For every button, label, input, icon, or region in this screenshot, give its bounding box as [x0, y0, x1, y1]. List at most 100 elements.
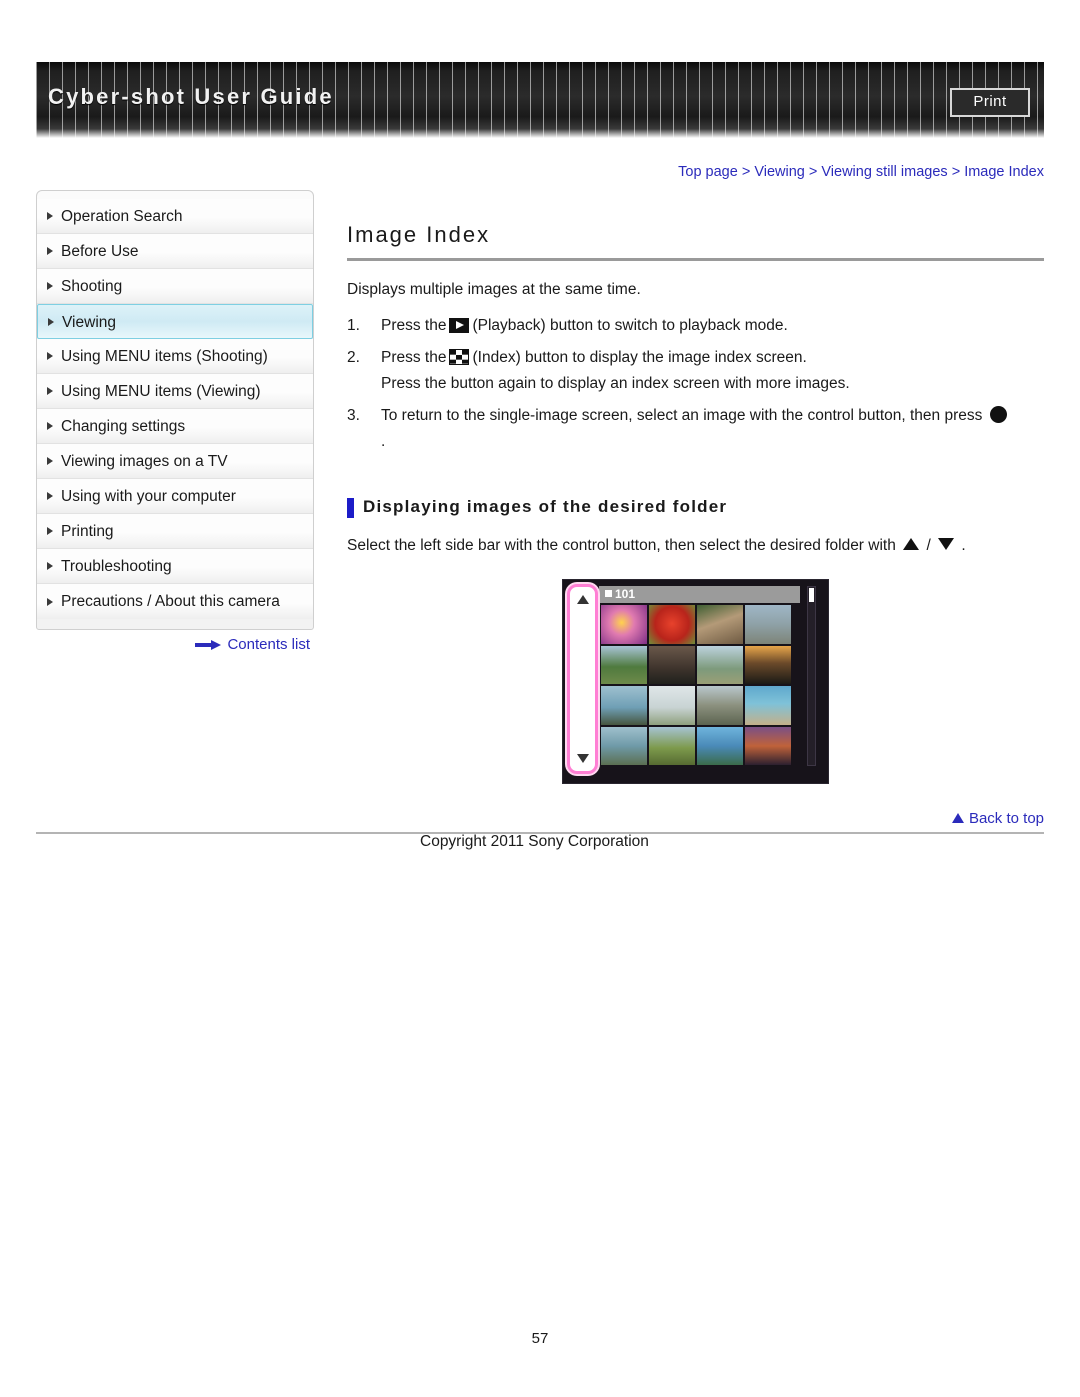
print-button[interactable]: Print [950, 88, 1030, 117]
intro-text: Displays multiple images at the same tim… [347, 281, 641, 298]
page-title: Image Index [347, 222, 491, 247]
illustration-wrapper: 101 [347, 579, 1044, 784]
back-to-top-label: Back to top [968, 810, 1044, 827]
breadcrumb-separator: > [741, 164, 751, 180]
camera-thumbnail[interactable] [745, 726, 791, 765]
step-2: 2. Press the (Index) button to display th… [347, 345, 1044, 397]
step-number: 2. [347, 349, 360, 366]
camera-folder-label: 101 [605, 586, 635, 603]
sidebar-item-operation-search[interactable]: Operation Search [37, 199, 313, 234]
sidebar-item-label: Shooting [61, 278, 123, 295]
title-divider [347, 258, 1044, 261]
subsection-heading: Displaying images of the desired folder [347, 497, 1044, 518]
playback-icon [449, 318, 470, 333]
camera-thumbnail[interactable] [649, 605, 695, 644]
app-title: Cyber-shot User Guide [48, 84, 334, 109]
step-number: 3. [347, 407, 360, 424]
camera-thumbnail[interactable] [697, 605, 743, 644]
breadcrumb-separator: > [951, 164, 961, 180]
copyright-text: Copyright 2011 Sony Corporation [420, 833, 649, 850]
sidebar-item-label: Changing settings [61, 418, 186, 435]
bullet-triangle-icon [47, 527, 53, 535]
camera-thumbnail[interactable] [745, 686, 791, 725]
sidebar-item-label: Precautions / About this camera [61, 593, 280, 610]
sidebar-item-precautions-about-this-camera[interactable]: Precautions / About this camera [37, 584, 313, 619]
heading-accent-bar [347, 498, 354, 518]
bullet-triangle-icon [48, 317, 54, 326]
camera-thumbnail[interactable] [745, 645, 791, 684]
bullet-triangle-icon [47, 247, 53, 255]
camera-thumbnail[interactable] [649, 726, 695, 765]
camera-thumbnail[interactable] [745, 605, 791, 644]
camera-scrollbar[interactable] [807, 586, 816, 766]
sidebar-item-label: Using with your computer [61, 488, 236, 505]
camera-index-screen-illustration: 101 [562, 579, 829, 784]
sidebar-item-label: Troubleshooting [61, 558, 172, 575]
bullet-triangle-icon [47, 352, 53, 360]
breadcrumb-item-viewing-still-images[interactable]: Viewing still images [821, 164, 947, 180]
step-text-before: To return to the single-image screen, se… [381, 407, 983, 424]
sidebar-item-viewing-images-on-a-tv[interactable]: Viewing images on a TV [37, 444, 313, 479]
camera-thumbnail[interactable] [649, 645, 695, 684]
step-text-before: Press the [381, 349, 447, 366]
sidebar-item-label: Printing [61, 523, 114, 540]
breadcrumb-item-top-page[interactable]: Top page [678, 164, 738, 180]
breadcrumb-separator: > [808, 164, 818, 180]
bullet-triangle-icon [47, 597, 53, 606]
camera-thumbnail[interactable] [649, 686, 695, 725]
step-text-before: Press the [381, 317, 447, 334]
sidebar-item-troubleshooting[interactable]: Troubleshooting [37, 549, 313, 584]
sidebar-item-before-use[interactable]: Before Use [37, 234, 313, 269]
step-3: 3. To return to the single-image screen,… [347, 403, 1044, 455]
subsection-heading-label: Displaying images of the desired folder [363, 497, 728, 516]
subsection-text-before: Select the left side bar with the contro… [347, 537, 896, 554]
bullet-triangle-icon [47, 387, 53, 395]
center-button-icon [990, 406, 1008, 423]
down-triangle-icon [576, 754, 589, 763]
camera-folder-number: 101 [615, 587, 636, 601]
sidebar-nav: Operation Search Before Use Shooting Vie… [36, 190, 314, 630]
sidebar-item-shooting[interactable]: Shooting [37, 269, 313, 304]
camera-thumbnail[interactable] [601, 605, 647, 644]
sidebar-item-printing[interactable]: Printing [37, 514, 313, 549]
bullet-triangle-icon [47, 212, 53, 220]
down-triangle-icon [938, 538, 955, 550]
camera-thumbnail[interactable] [601, 726, 647, 765]
main-content: Image Index Displays multiple images at … [347, 222, 1044, 784]
header-banner: Cyber-shot User Guide Print [36, 62, 1044, 138]
subsection-text-after: . [961, 537, 966, 554]
camera-scrollbar-knob[interactable] [809, 588, 814, 602]
steps-list: 1. Press the (Playback) button to switch … [347, 313, 1044, 455]
up-triangle-icon [576, 595, 589, 604]
sidebar-item-label: Viewing [62, 314, 117, 331]
sidebar-item-label: Before Use [61, 243, 139, 260]
sidebar-item-changing-settings[interactable]: Changing settings [37, 409, 313, 444]
bullet-triangle-icon [47, 457, 53, 465]
sidebar-item-using-menu-items-shooting[interactable]: Using MENU items (Shooting) [37, 339, 313, 374]
index-icon [449, 349, 470, 365]
bullet-triangle-icon [47, 562, 53, 570]
camera-thumbnail[interactable] [601, 645, 647, 684]
camera-thumbnail[interactable] [601, 686, 647, 725]
sidebar-item-label: Using MENU items (Viewing) [61, 383, 261, 400]
bullet-triangle-icon [47, 422, 53, 430]
sidebar-item-viewing[interactable]: Viewing [37, 304, 313, 339]
sidebar-item-using-with-your-computer[interactable]: Using with your computer [37, 479, 313, 514]
camera-thumbnail[interactable] [697, 726, 743, 765]
step-text-after: (Index) button to display the image inde… [472, 349, 807, 366]
camera-thumbnail[interactable] [697, 645, 743, 684]
sidebar-item-using-menu-items-viewing[interactable]: Using MENU items (Viewing) [37, 374, 313, 409]
camera-thumbnail[interactable] [697, 686, 743, 725]
subsection-text: Select the left side bar with the contro… [347, 537, 1044, 555]
subsection-slash: / [926, 537, 931, 554]
breadcrumb-item-image-index[interactable]: Image Index [964, 164, 1044, 180]
step-extra-text: . [381, 433, 386, 450]
camera-left-side-bar[interactable] [567, 584, 598, 774]
up-triangle-icon [903, 538, 920, 550]
breadcrumb-item-viewing[interactable]: Viewing [754, 164, 805, 180]
contents-list-link[interactable]: Contents list [36, 636, 314, 653]
page-number: 57 [531, 1330, 549, 1347]
arrow-right-icon [195, 640, 222, 651]
step-number: 1. [347, 317, 360, 334]
back-to-top-link[interactable]: Back to top [347, 810, 1044, 827]
